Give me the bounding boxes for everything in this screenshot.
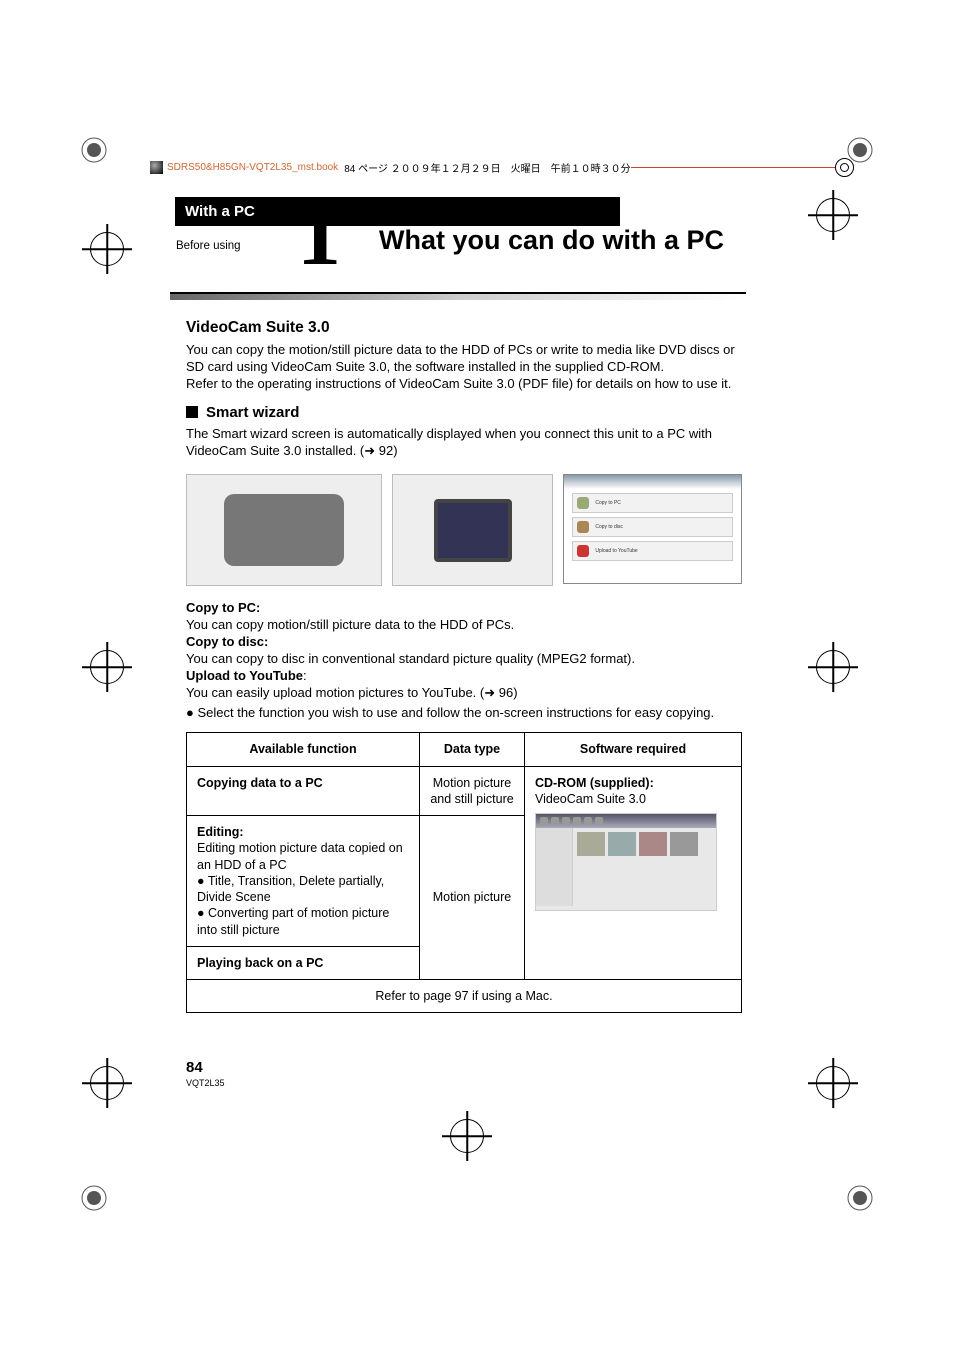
illustration-row: Copy to PC Copy to disc Upload to YouTub… <box>186 474 742 586</box>
software-screenshot <box>535 813 717 911</box>
table-footer-row: Refer to page 97 if using a Mac. <box>187 980 742 1013</box>
option-heading: Copy to PC: <box>186 600 742 617</box>
table-cell: Playing back on a PC <box>187 946 420 979</box>
register-mark-icon <box>90 232 124 266</box>
option-heading: Upload to YouTube: <box>186 668 742 685</box>
category-bar: With a PC <box>175 197 620 226</box>
pc-illustration <box>392 474 553 586</box>
register-mark-icon <box>816 650 850 684</box>
camcorder-illustration <box>186 474 382 586</box>
page-title: What you can do with a PC <box>379 225 724 256</box>
square-bullet-icon <box>186 406 198 418</box>
category-label: With a PC <box>185 203 255 220</box>
ruler-file: SDRS50&H85GN-VQT2L35_mst.book <box>167 162 338 173</box>
print-ruler: SDRS50&H85GN-VQT2L35_mst.book 84 ページ ２００… <box>150 157 854 177</box>
divider-gradient <box>170 294 746 300</box>
section-heading: VideoCam Suite 3.0 <box>186 318 742 338</box>
table-cell: Refer to page 97 if using a Mac. <box>187 980 742 1013</box>
table-header: Data type <box>420 733 525 766</box>
body-text: You can copy the motion/still picture da… <box>186 342 742 376</box>
table-cell: CD-ROM (supplied):VideoCam Suite 3.0 <box>525 766 742 980</box>
crop-mark-icon <box>72 128 116 172</box>
target-icon <box>835 158 854 177</box>
table-cell: Motion picture and still picture <box>420 766 525 816</box>
register-mark-icon <box>450 1119 484 1153</box>
body-text: You can copy motion/still picture data t… <box>186 617 742 634</box>
subsection-label: Smart wizard <box>206 404 299 421</box>
subsection-heading: Smart wizard <box>186 403 742 423</box>
register-mark-icon <box>816 198 850 232</box>
ball-icon <box>150 161 163 174</box>
wizard-option: Copy to PC <box>595 500 621 507</box>
chapter-number: 1 <box>297 192 341 280</box>
register-mark-icon <box>90 650 124 684</box>
option-heading: Copy to disc: <box>186 634 742 651</box>
subcategory-label: Before using <box>176 240 241 252</box>
register-mark-icon <box>816 1066 850 1100</box>
table-cell: Copying data to a PC <box>187 766 420 816</box>
crop-mark-icon <box>72 1176 116 1220</box>
content-area: VideoCam Suite 3.0 You can copy the moti… <box>186 318 742 1013</box>
body-text: The Smart wizard screen is automatically… <box>186 426 742 460</box>
table-header-row: Available function Data type Software re… <box>187 733 742 766</box>
table-header: Available function <box>187 733 420 766</box>
doc-code: VQT2L35 <box>186 1078 225 1088</box>
ruler-info: 84 ページ ２００９年１２月２９日 火曜日 午前１０時３０分 <box>344 160 630 175</box>
table-header: Software required <box>525 733 742 766</box>
wizard-option: Copy to disc <box>595 524 623 531</box>
wizard-screenshot: Copy to PC Copy to disc Upload to YouTub… <box>563 474 742 584</box>
bullet-text: ● Select the function you wish to use an… <box>186 705 742 722</box>
function-table: Available function Data type Software re… <box>186 732 742 1013</box>
table-cell: Editing: Editing motion picture data cop… <box>187 816 420 947</box>
page-number: 84 <box>186 1059 203 1076</box>
table-row: Copying data to a PC Motion picture and … <box>187 766 742 816</box>
body-text: Refer to the operating instructions of V… <box>186 376 742 393</box>
body-text: You can copy to disc in conventional sta… <box>186 651 742 668</box>
register-mark-icon <box>90 1066 124 1100</box>
table-cell: Motion picture <box>420 816 525 980</box>
crop-mark-icon <box>838 1176 882 1220</box>
body-text: You can easily upload motion pictures to… <box>186 685 742 702</box>
wizard-option: Upload to YouTube <box>595 548 637 555</box>
